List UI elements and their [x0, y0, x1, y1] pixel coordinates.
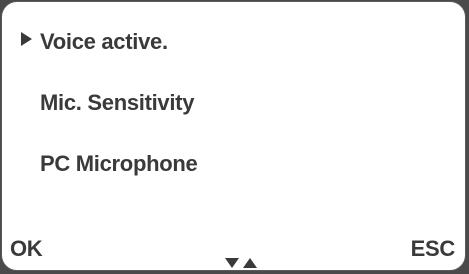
menu-item-pc-microphone[interactable]: PC Microphone [40, 153, 198, 175]
selection-cursor-icon [21, 32, 32, 46]
scroll-indicator [225, 258, 261, 270]
menu-item-voice-active[interactable]: Voice active. [40, 31, 168, 53]
lcd-screen: Voice active. Mic. Sensitivity PC Microp… [1, 1, 466, 271]
arrow-up-icon [243, 258, 257, 268]
menu-item-mic-sensitivity[interactable]: Mic. Sensitivity [40, 92, 194, 114]
arrow-down-icon [225, 258, 239, 268]
esc-softkey[interactable]: ESC [411, 238, 456, 260]
ok-softkey[interactable]: OK [10, 238, 43, 260]
